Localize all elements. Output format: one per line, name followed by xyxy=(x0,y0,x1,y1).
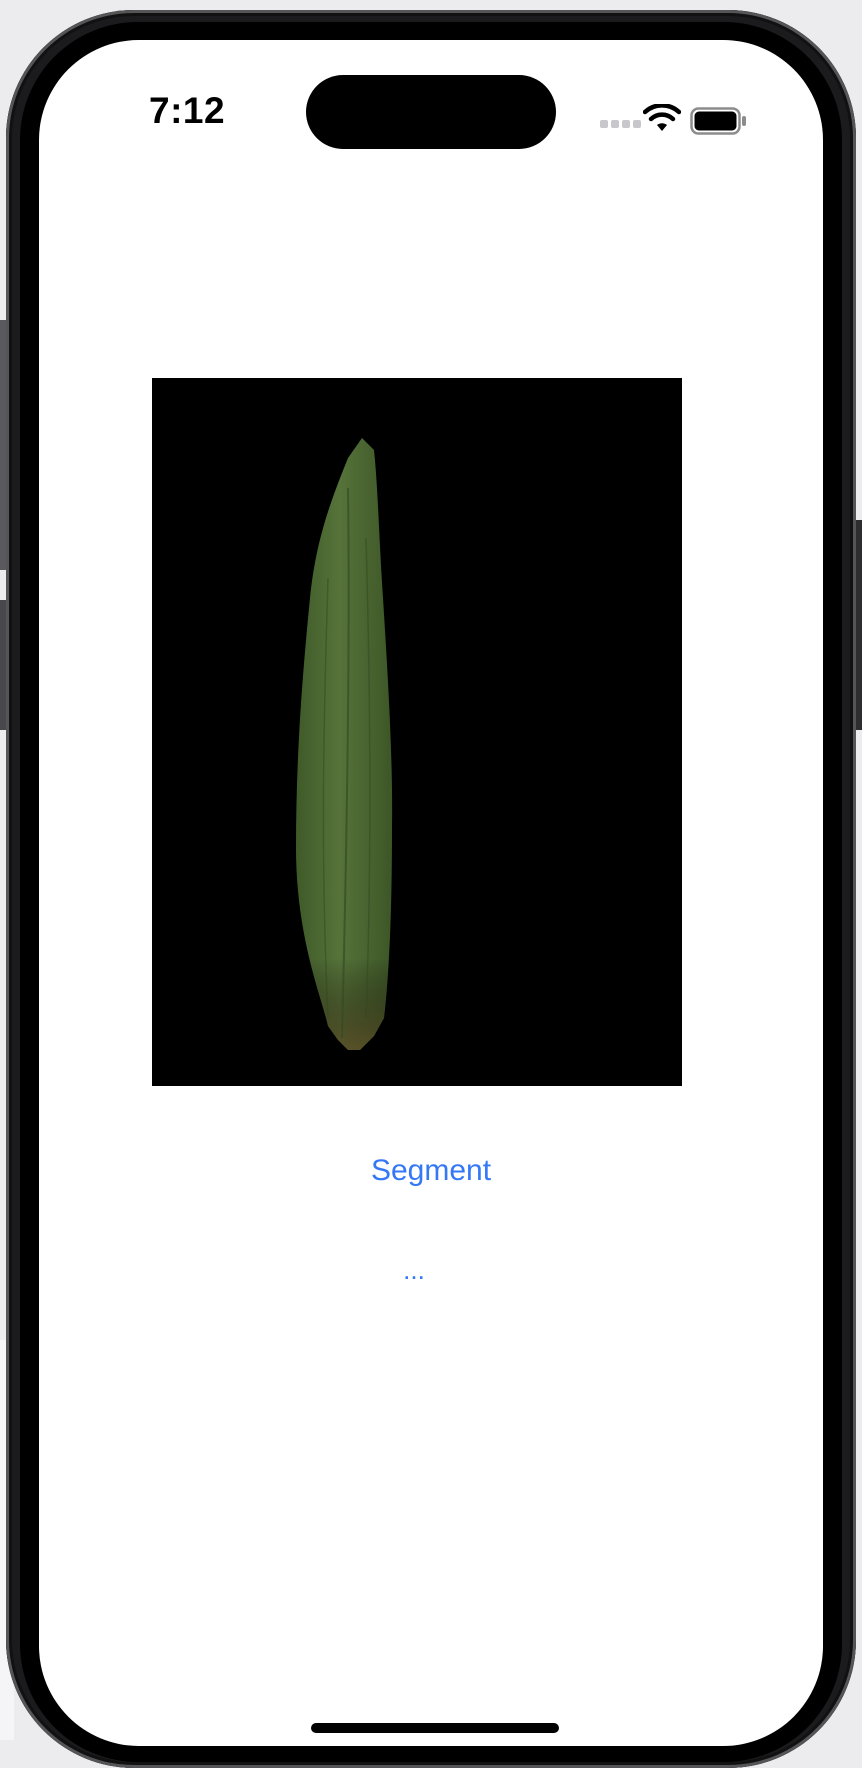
segment-button[interactable]: Segment xyxy=(281,1146,581,1196)
result-label: ... xyxy=(403,1255,425,1285)
status-bar-time: 7:12 xyxy=(149,90,226,131)
simulator-window: 7:12 Segment ... xyxy=(0,0,862,1768)
iphone-frame: 7:12 Segment ... xyxy=(6,10,856,1768)
wifi-icon xyxy=(643,104,681,131)
leaf-icon xyxy=(296,438,393,1050)
home-indicator[interactable] xyxy=(311,1723,559,1733)
phone-screen: 7:12 Segment ... xyxy=(39,40,823,1746)
iphone-bezel: 7:12 Segment ... xyxy=(20,22,842,1762)
cellular-signal-icon xyxy=(600,118,642,130)
segmented-leaf-image xyxy=(152,378,682,1086)
dynamic-island xyxy=(306,75,556,149)
battery-icon xyxy=(690,107,746,135)
